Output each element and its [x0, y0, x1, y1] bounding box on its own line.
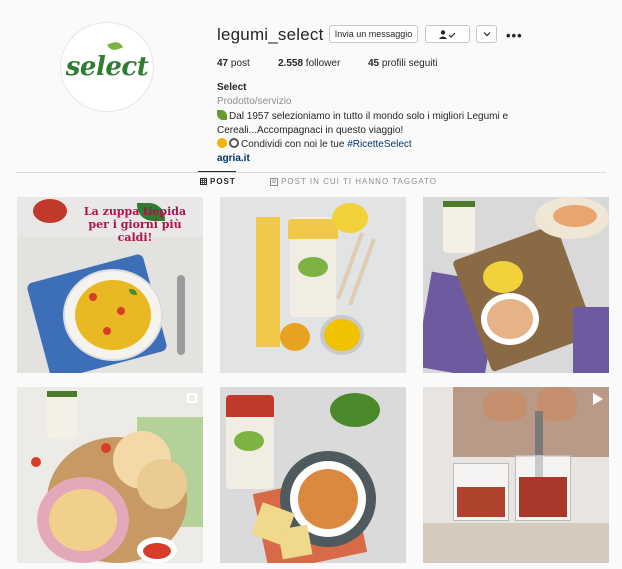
- tab-tagged[interactable]: POST IN CUI TI HANNO TAGGATO: [270, 177, 437, 186]
- bio-category: Prodotto/servizio: [217, 96, 292, 107]
- bio-name: Select: [217, 82, 247, 93]
- person-check-icon: [438, 29, 455, 39]
- person-arms-image: [453, 387, 609, 457]
- magnifier-emoji-icon: [229, 138, 239, 148]
- product-jar-image: [47, 393, 77, 439]
- grid-icon: [200, 178, 207, 185]
- post-thumbnail[interactable]: [423, 197, 609, 373]
- tomatoes-image: [33, 199, 67, 223]
- tabs-divider: [16, 172, 606, 173]
- chevron-down-icon: [483, 32, 490, 37]
- spaghetti-image: [256, 217, 280, 347]
- following-count[interactable]: 45 profili seguiti: [368, 58, 437, 69]
- post-thumbnail[interactable]: [17, 387, 203, 563]
- brand-logo: select: [66, 39, 149, 82]
- suggestions-dropdown-button[interactable]: [476, 25, 497, 43]
- profile-username: legumi_select: [217, 25, 324, 44]
- post-thumbnail[interactable]: [220, 387, 406, 563]
- post-thumbnail[interactable]: [220, 197, 406, 373]
- followers-count[interactable]: 2.558 follower: [278, 58, 340, 69]
- carousel-icon: [187, 393, 197, 403]
- posts-count: 47 post: [217, 58, 250, 69]
- sprout-emoji-icon: [217, 110, 227, 120]
- post-thumbnail[interactable]: [423, 387, 609, 563]
- profile-header: select legumi_select Invia un messaggio …: [0, 0, 622, 170]
- more-options-button[interactable]: •••: [506, 28, 523, 43]
- hashtag-link[interactable]: #RicetteSelect: [347, 139, 411, 150]
- post-caption-overlay: La zuppa tiepida per i giorni più caldi!: [83, 205, 187, 244]
- product-jar-image: [443, 203, 475, 253]
- active-tab-indicator: [198, 171, 236, 172]
- website-link[interactable]: agria.it: [217, 153, 250, 164]
- spoon-image: [177, 275, 185, 355]
- following-button[interactable]: [425, 25, 470, 43]
- profile-avatar[interactable]: select: [60, 22, 154, 112]
- tagged-user-icon: [270, 177, 278, 186]
- send-message-button[interactable]: Invia un messaggio: [329, 25, 418, 43]
- tab-posts[interactable]: POST: [200, 177, 236, 186]
- bio-line: Dal 1957 selezioniamo in tutto il mondo …: [217, 110, 508, 123]
- video-icon: [593, 393, 603, 405]
- bio-line: Cereali...Accompagnaci in questo viaggio…: [217, 125, 404, 136]
- leaf-icon: [106, 39, 123, 53]
- bio-line: Condividi con noi le tue #RicetteSelect: [217, 138, 412, 151]
- smiley-emoji-icon: [217, 138, 227, 148]
- post-thumbnail[interactable]: La zuppa tiepida per i giorni più caldi!: [17, 197, 203, 373]
